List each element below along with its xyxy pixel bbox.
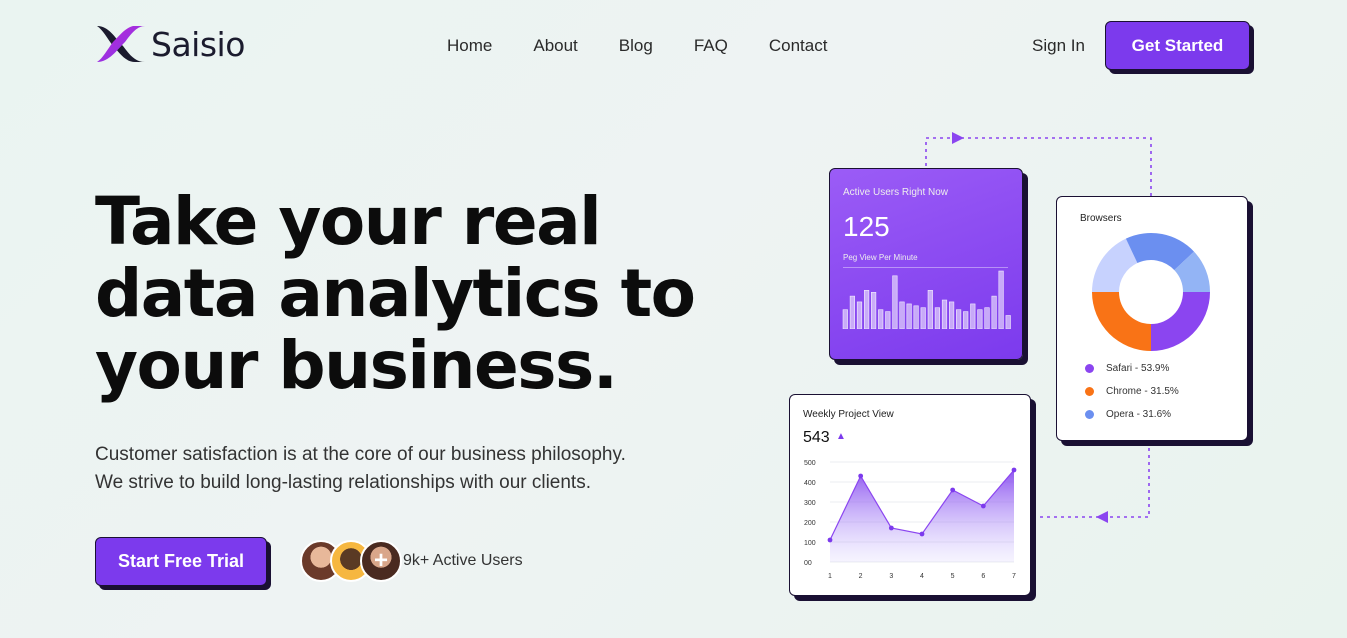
data-point [858,473,864,479]
legend-dot [1085,364,1094,373]
bar [913,305,919,329]
x-tick-label: 7 [1012,573,1016,580]
x-tick-label: 4 [920,573,924,580]
user-avatars: + [300,540,402,582]
bar [998,270,1004,329]
nav-contact[interactable]: Contact [769,36,828,56]
trend-up-icon: ▲ [836,431,846,442]
bar [927,289,933,329]
data-point [827,537,833,543]
browsers-donut-chart [1092,233,1210,351]
weekly-area-chart: 500 400 300 200 100 00 1 2 3 4 5 6 7 [804,460,1017,580]
hero-title: Take your real data analytics to your bu… [95,186,715,402]
legend-item-safari: Safari - 53.9% [1085,363,1179,374]
bar [920,307,926,329]
bar [970,303,976,329]
nav-about[interactable]: About [533,36,577,56]
browsers-card-title: Browsers [1080,213,1122,224]
bar [892,275,898,329]
hero-subtitle-line-1: Customer satisfaction is at the core of … [95,444,626,465]
legend-item-opera: Opera - 31.6% [1085,409,1179,420]
hero-title-line-2: data analytics to [95,255,696,332]
bar [863,289,870,329]
page-view-bar-chart [842,270,1011,329]
hero-subtitle: Customer satisfaction is at the core of … [95,441,695,497]
donut-slice [1092,292,1151,351]
data-point [950,487,956,493]
saisio-logo-icon [97,26,145,62]
bar [906,303,912,329]
y-tick-label: 200 [804,520,816,527]
donut-slice [1151,292,1210,351]
active-users-count: 9k+ Active Users [403,552,523,569]
bar [984,307,990,329]
browsers-card: Browsers Safari - 53.9% Chrome - 31.5% O… [1056,196,1248,441]
data-point [980,503,986,509]
bar [856,301,863,329]
area-fill [830,470,1014,562]
plus-icon: + [373,547,388,574]
x-tick-label: 5 [951,573,955,580]
avatar-more[interactable]: + [360,540,402,582]
hero-subtitle-line-2: We strive to build long-lasting relation… [95,472,591,493]
sign-in-link[interactable]: Sign In [1032,36,1085,56]
y-tick-label: 00 [804,560,812,567]
bar [956,309,962,329]
bar [991,295,997,329]
brand-logo[interactable]: Saisio [95,24,245,64]
main-nav: Home About Blog FAQ Contact [447,36,827,56]
bar [885,311,891,329]
legend-dot [1085,410,1094,419]
browsers-legend: Safari - 53.9% Chrome - 31.5% Opera - 31… [1085,363,1179,432]
weekly-card-title: Weekly Project View [803,409,894,420]
weekly-project-view-card: Weekly Project View 543 ▲ 500 400 300 200 10… [789,394,1031,596]
legend-item-chrome: Chrome - 31.5% [1085,386,1179,397]
data-point [888,525,894,531]
weekly-value: 543 [803,429,830,446]
hero-title-line-3: your business. [95,327,618,404]
bar [870,291,877,329]
bar [878,309,884,329]
bar [899,301,905,329]
bar [849,295,856,329]
nav-faq[interactable]: FAQ [694,36,728,56]
hero-title-line-1: Take your real [95,183,602,260]
y-tick-label: 400 [804,480,816,487]
bar [949,301,955,329]
active-users-card-title: Active Users Right Now [843,187,949,198]
bar [1005,315,1011,329]
x-tick-label: 6 [981,573,985,580]
y-tick-label: 100 [804,540,816,547]
bar [941,299,948,329]
nav-home[interactable]: Home [447,36,492,56]
x-tick-label: 3 [889,573,893,580]
x-tick-label: 1 [828,573,832,580]
nav-blog[interactable]: Blog [619,36,653,56]
data-point [1011,467,1017,473]
legend-dot [1085,387,1094,396]
bar [842,309,848,329]
data-point [919,531,925,537]
start-free-trial-button[interactable]: Start Free Trial [95,537,267,586]
x-tick-label: 2 [859,573,863,580]
bar [977,309,983,329]
bar [963,311,969,329]
divider [843,267,1008,268]
bar [934,307,940,329]
y-tick-label: 300 [804,500,816,507]
y-tick-label: 500 [804,460,816,467]
active-users-value: 125 [843,211,890,242]
get-started-button[interactable]: Get Started [1105,21,1250,70]
active-users-subtitle: Peg View Per Minute [843,253,918,262]
brand-name: Saisio [151,24,245,64]
active-users-card: Active Users Right Now 125 Peg View Per … [829,168,1023,360]
